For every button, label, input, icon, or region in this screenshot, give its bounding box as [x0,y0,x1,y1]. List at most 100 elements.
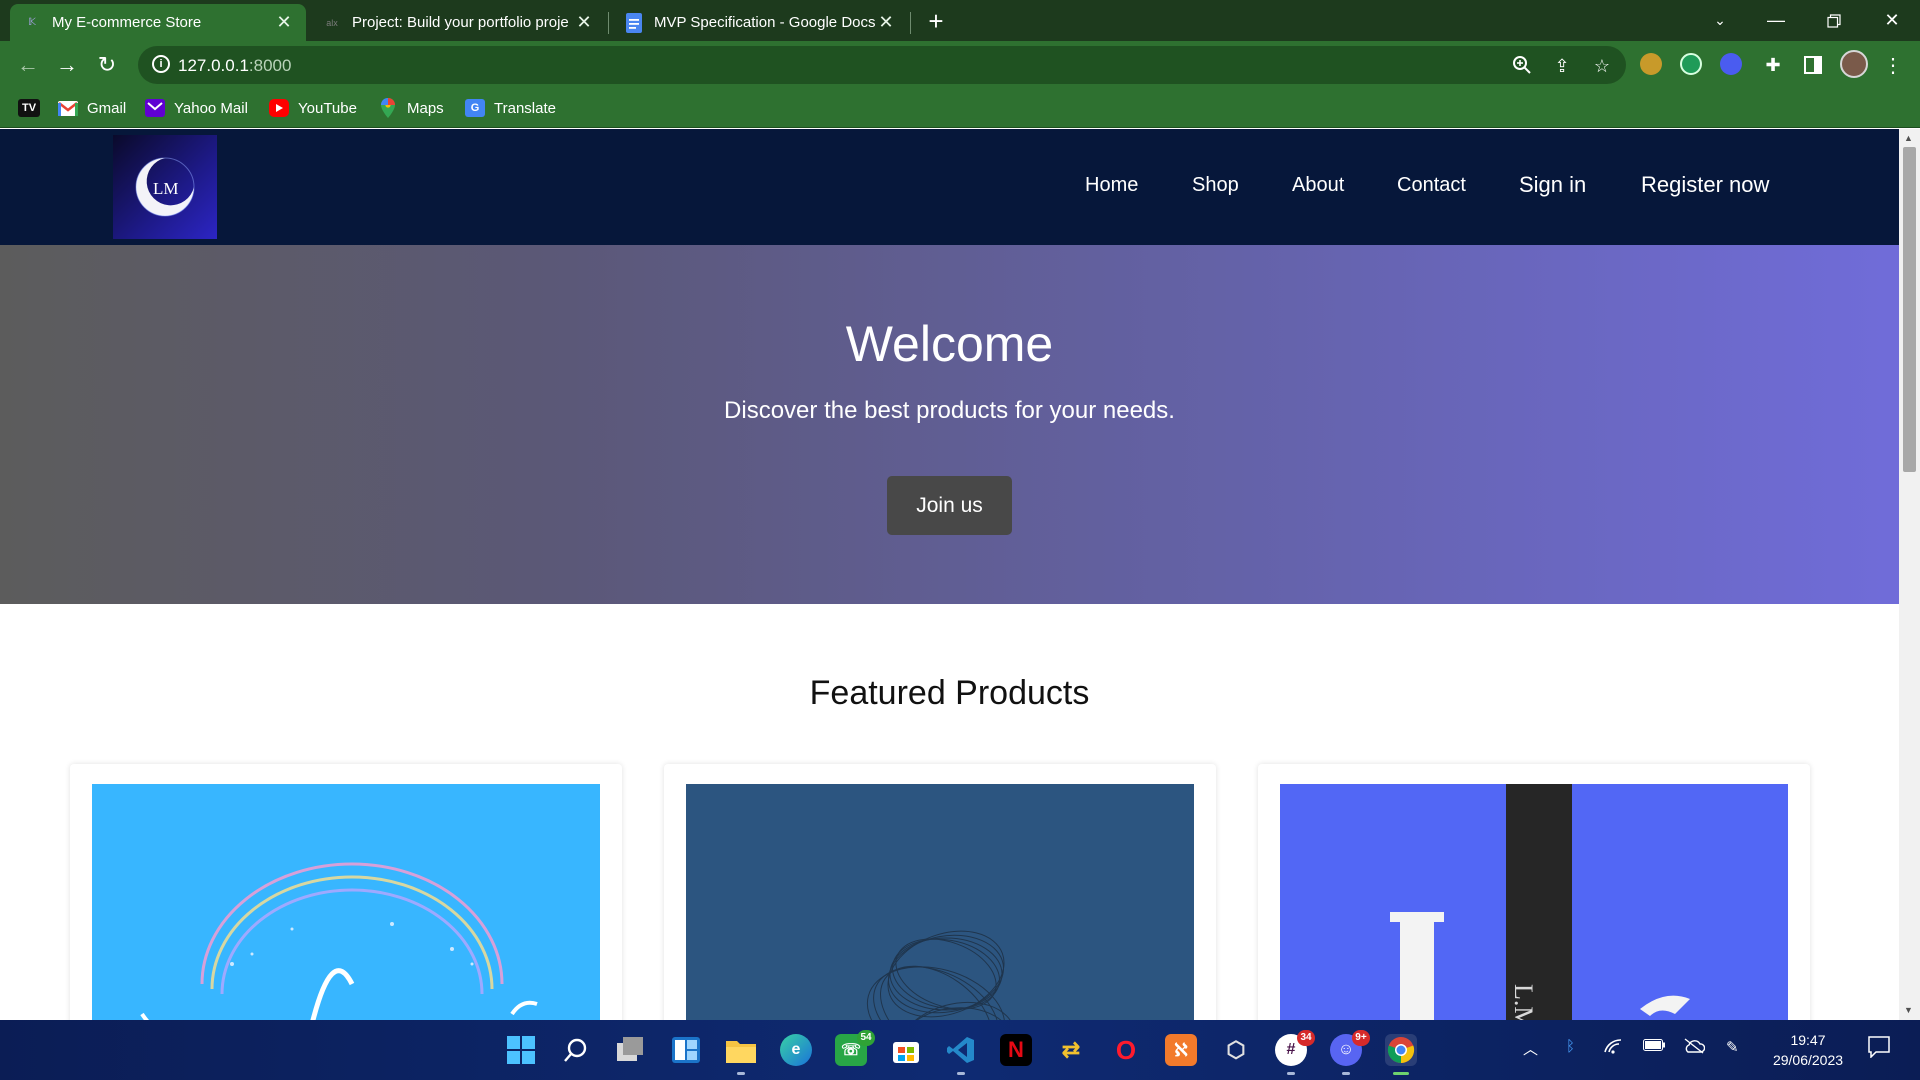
bookmark-label: Yahoo Mail [174,99,248,117]
page-scrollbar[interactable]: ▲ ▼ [1899,129,1920,1020]
xampp-icon[interactable]: ℵ [1165,1034,1197,1066]
share-icon[interactable]: ⇪ [1551,55,1573,77]
nav-register-link[interactable]: Register now [1641,172,1769,198]
side-panel-icon[interactable] [1798,50,1828,80]
bookmark-tv[interactable]: TV [18,97,49,119]
scroll-down-arrow-icon[interactable]: ▼ [1904,1005,1913,1015]
search-icon[interactable] [560,1034,592,1066]
running-indicator [1342,1072,1350,1075]
browser-tab-strip: 𝕂 My E-commerce Store ✕ alx Project: Bui… [0,0,1920,41]
running-indicator [957,1072,965,1075]
product-card[interactable] [70,764,622,1020]
store-favicon-icon: 𝕂 [28,17,36,28]
netflix-icon[interactable]: N [1000,1034,1032,1066]
tab-separator [910,12,911,34]
product-image-3[interactable]: L.M [1280,784,1788,1020]
address-url[interactable]: 127.0.0.1:8000 [178,56,291,76]
product-image-1[interactable] [92,784,600,1020]
bookmarks-bar: TV Gmail Yahoo Mail YouTube Maps G Trans… [0,89,1920,128]
tab-title: Project: Build your portfolio proje [352,14,569,31]
youtube-icon [269,99,289,117]
scroll-up-arrow-icon[interactable]: ▲ [1904,133,1913,143]
onedrive-offline-icon[interactable] [1683,1038,1706,1058]
tab-search-chevron-icon[interactable]: ⌄ [1692,0,1748,41]
discord-icon[interactable]: ☺ 9+ [1330,1030,1370,1075]
extension-grammarly-icon[interactable] [1680,53,1702,75]
url-host: 127.0.0.1 [178,56,249,75]
vscode-icon[interactable] [945,1034,977,1075]
site-logo[interactable]: LM [113,135,217,239]
translate-icon: G [465,99,485,117]
nav-contact-link[interactable]: Contact [1397,174,1466,197]
extensions-puzzle-icon[interactable]: ✚ [1758,50,1788,80]
google-docs-icon [624,12,644,33]
taskbar-clock[interactable]: 19:47 29/06/2023 [1766,1030,1850,1070]
bookmark-maps[interactable]: Maps [378,97,444,119]
edge-browser-icon[interactable]: e [780,1034,812,1066]
extension-gear-icon[interactable] [1720,53,1742,75]
restore-window-icon[interactable] [1806,0,1862,41]
tab-project-portfolio[interactable]: alx Project: Build your portfolio proje … [310,4,606,41]
battery-icon[interactable] [1643,1038,1665,1055]
profile-avatar[interactable] [1840,50,1868,78]
product-image-2[interactable] [686,784,1194,1020]
nav-signin-link[interactable]: Sign in [1519,172,1586,198]
notifications-icon[interactable] [1868,1036,1890,1062]
bookmark-youtube[interactable]: YouTube [269,97,357,119]
site-navbar: LM Home Shop About Contact Sign in Regis… [0,129,1899,245]
hero-section: Welcome Discover the best products for y… [0,245,1899,604]
git-tool-icon[interactable]: ⇄ [1055,1034,1087,1066]
virtualbox-icon[interactable]: ⬡ [1220,1034,1252,1066]
chrome-icon[interactable] [1385,1034,1417,1075]
new-tab-button[interactable]: + [922,8,950,36]
scrollbar-thumb[interactable] [1903,147,1916,472]
tab-my-ecommerce-store[interactable]: 𝕂 My E-commerce Store ✕ [10,4,306,41]
browser-menu-icon[interactable]: ⋮ [1878,50,1908,80]
widgets-icon[interactable] [670,1034,702,1066]
join-us-button[interactable]: Join us [887,476,1012,535]
product-card[interactable] [664,764,1216,1020]
browser-toolbar: ← → ↻ i 127.0.0.1:8000 ⇪ ☆ ✚ ⋮ [0,41,1920,89]
product-card[interactable]: L.M [1258,764,1810,1020]
notification-badge: 54 [857,1030,875,1046]
file-explorer-icon[interactable] [725,1034,757,1075]
hero-title: Welcome [845,316,1054,372]
zoom-icon[interactable] [1511,55,1533,77]
bluetooth-icon[interactable]: ᛒ [1566,1038,1575,1055]
slack-icon[interactable]: #34 [1275,1030,1315,1075]
tv-icon: TV [18,99,40,117]
tab-mvp-specification[interactable]: MVP Specification - Google Docs ✕ [612,4,908,41]
forward-arrow-icon[interactable]: → [52,50,82,80]
close-tab-icon[interactable]: ✕ [876,12,896,33]
nav-shop-link[interactable]: Shop [1192,174,1239,197]
bookmark-yahoo-mail[interactable]: Yahoo Mail [145,97,248,119]
close-window-icon[interactable]: ✕ [1864,0,1920,41]
address-bar[interactable]: i 127.0.0.1:8000 ⇪ ☆ [138,46,1626,84]
clock-time: 19:47 [1790,1032,1826,1048]
microsoft-store-icon[interactable] [890,1034,922,1066]
reload-icon[interactable]: ↻ [92,50,122,80]
wifi-icon[interactable] [1603,1038,1623,1058]
extension-honey-icon[interactable] [1640,53,1662,75]
pen-menu-icon[interactable]: ✎ [1726,1038,1739,1056]
featured-products-heading: Featured Products [809,674,1090,712]
bookmark-translate[interactable]: G Translate [465,97,556,119]
windows-start-icon[interactable] [505,1034,537,1066]
close-tab-icon[interactable]: ✕ [274,12,294,33]
maps-icon [378,98,398,118]
opera-icon[interactable]: O [1110,1034,1142,1066]
tray-overflow-chevron-icon[interactable]: ︿ [1523,1038,1538,1059]
task-view-icon[interactable] [615,1034,647,1066]
notification-badge: 9+ [1352,1030,1370,1046]
site-info-icon[interactable]: i [152,55,170,73]
bookmark-star-icon[interactable]: ☆ [1591,55,1613,77]
close-tab-icon[interactable]: ✕ [574,12,594,33]
nav-home-link[interactable]: Home [1085,174,1138,197]
minimize-window-icon[interactable]: — [1748,0,1804,41]
bookmark-gmail[interactable]: Gmail [58,97,126,119]
hero-subtitle: Discover the best products for your need… [724,397,1175,424]
nav-about-link[interactable]: About [1292,174,1344,197]
back-arrow-icon[interactable]: ← [13,50,43,80]
whatsapp-icon[interactable]: ☏ 54 [835,1030,875,1066]
url-port: :8000 [248,56,292,75]
